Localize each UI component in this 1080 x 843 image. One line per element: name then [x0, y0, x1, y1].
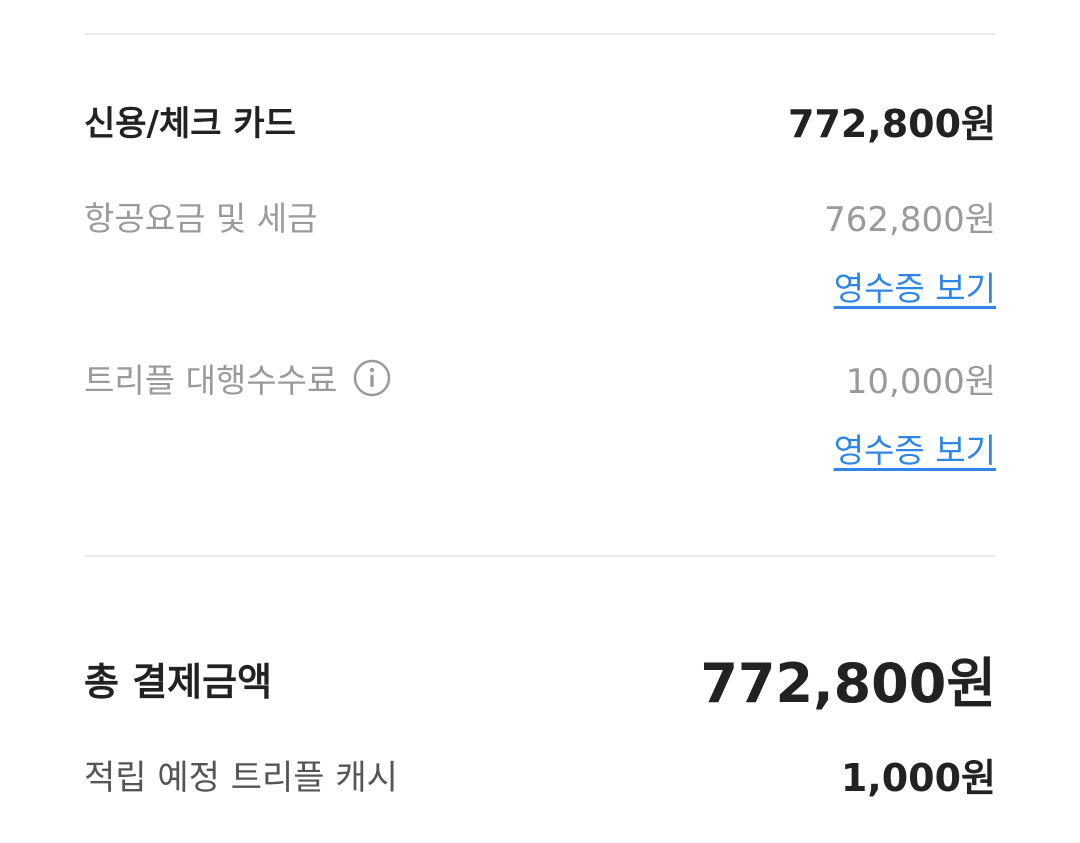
middle-divider: [84, 555, 996, 557]
payment-method-row: 신용/체크 카드 772,800원: [84, 95, 996, 146]
airfare-row: 항공요금 및 세금 762,800원: [84, 193, 996, 240]
service-fee-receipt-link[interactable]: 영수증 보기: [834, 424, 996, 472]
airfare-receipt-link[interactable]: 영수증 보기: [834, 262, 996, 310]
payment-method-amount: 772,800원: [787, 101, 996, 146]
service-fee-label-group: 트리플 대행수수료: [84, 354, 391, 402]
payment-details-page: 신용/체크 카드 772,800원 항공요금 및 세금 762,800원 영수증…: [0, 0, 1080, 843]
service-fee-label: 트리플 대행수수료: [84, 361, 338, 400]
total-row: 총 결제금액 772,800원: [84, 645, 996, 715]
total-label: 총 결제금액: [84, 659, 273, 704]
cash-row: 적립 예정 트리플 캐시 1,000원: [84, 748, 996, 800]
service-fee-row: 트리플 대행수수료 10,000원: [84, 354, 996, 402]
cash-amount: 1,000원: [840, 755, 996, 800]
airfare-amount: 762,800원: [824, 199, 996, 240]
service-fee-amount: 10,000원: [845, 361, 996, 402]
total-amount: 772,800원: [700, 651, 996, 715]
top-divider: [84, 33, 996, 35]
payment-method-label: 신용/체크 카드: [84, 103, 296, 144]
airfare-label: 항공요금 및 세금: [84, 199, 318, 238]
info-icon[interactable]: [353, 359, 391, 397]
cash-label: 적립 예정 트리플 캐시: [84, 757, 398, 798]
